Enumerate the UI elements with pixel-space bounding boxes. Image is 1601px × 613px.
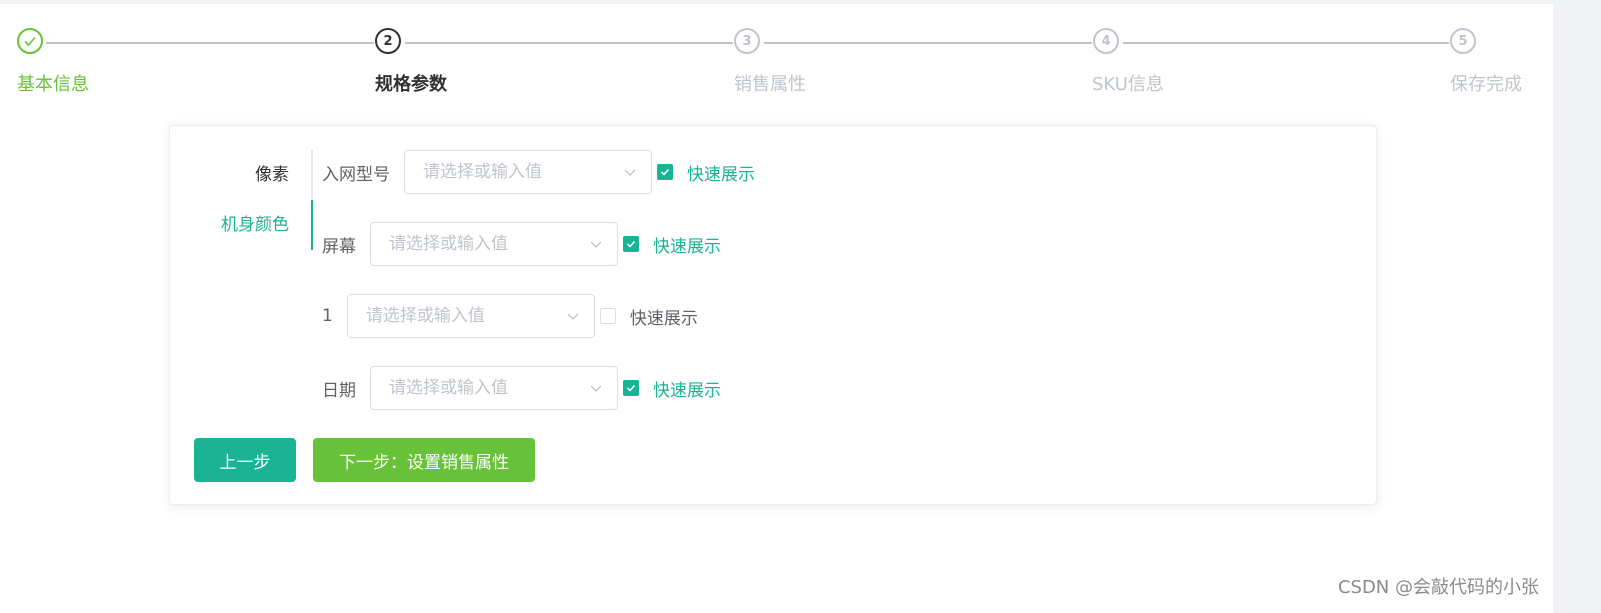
quick-show-checkbox[interactable]: 快速展示 xyxy=(623,232,721,257)
checkbox-label: 快速展示 xyxy=(687,164,755,185)
chevron-down-icon xyxy=(567,313,579,320)
step-5-title: 保存完成 xyxy=(1450,74,1522,95)
step-3-number: 3 xyxy=(734,28,760,54)
steps-bar: 2 3 4 5 基本信息 规格参数 销售属性 SKU信息 保存完成 xyxy=(0,4,1553,104)
param-value-select[interactable]: 请选择或输入值 xyxy=(346,294,595,338)
step-1-title: 基本信息 xyxy=(17,74,89,95)
step-2-title: 规格参数 xyxy=(375,74,447,95)
step-connector xyxy=(405,42,733,44)
step-3-title: 销售属性 xyxy=(734,74,806,95)
tab-body-color[interactable]: 机身颜色 xyxy=(221,200,289,250)
step-4-title: SKU信息 xyxy=(1092,74,1164,95)
checkbox-unchecked-icon[interactable] xyxy=(599,308,616,324)
step-connector xyxy=(1123,42,1449,44)
step-2-number: 2 xyxy=(375,28,401,54)
quick-show-checkbox[interactable]: 快速展示 xyxy=(599,304,698,329)
select-placeholder: 请选择或输入值 xyxy=(389,234,508,254)
select-placeholder: 请选择或输入值 xyxy=(389,378,508,398)
step-connector xyxy=(764,42,1092,44)
checkbox-checked-icon[interactable] xyxy=(623,236,639,252)
step-1-check-icon xyxy=(17,28,43,54)
chevron-down-icon xyxy=(624,169,636,176)
param-row: 入网型号 请选择或输入值 快速展示 xyxy=(322,150,755,194)
param-value-select[interactable]: 请选择或输入值 xyxy=(370,222,618,266)
param-label: 入网型号 xyxy=(322,164,390,185)
next-step-button[interactable]: 下一步：设置销售属性 xyxy=(313,438,535,482)
param-label: 日期 xyxy=(322,380,356,401)
param-row: 1 请选择或输入值 快速展示 xyxy=(322,294,698,338)
param-row: 屏幕 请选择或输入值 快速展示 xyxy=(322,222,721,266)
watermark: CSDN @会敲代码的小张 xyxy=(1337,577,1539,598)
quick-show-checkbox[interactable]: 快速展示 xyxy=(623,376,721,401)
chevron-down-icon xyxy=(590,241,602,248)
page: 2 3 4 5 基本信息 规格参数 销售属性 SKU信息 保存完成 像素 机身颜… xyxy=(0,4,1553,613)
param-label: 屏幕 xyxy=(322,236,356,257)
tabs-active-indicator xyxy=(311,200,313,250)
param-value-select[interactable]: 请选择或输入值 xyxy=(404,150,652,194)
step-4-number: 4 xyxy=(1093,28,1119,54)
checkbox-label: 快速展示 xyxy=(653,380,721,401)
select-placeholder: 请选择或输入值 xyxy=(365,306,485,326)
spec-params-card: 像素 机身颜色 入网型号 请选择或输入值 快速展示 屏幕 请选择或输入值 快速展… xyxy=(169,125,1377,505)
param-label: 1 xyxy=(322,306,333,326)
param-group-tabs: 像素 机身颜色 xyxy=(170,150,313,250)
checkbox-checked-icon[interactable] xyxy=(657,164,673,180)
select-placeholder: 请选择或输入值 xyxy=(423,162,542,182)
step-5-number: 5 xyxy=(1450,28,1476,54)
checkbox-checked-icon[interactable] xyxy=(623,380,639,396)
quick-show-checkbox[interactable]: 快速展示 xyxy=(657,160,755,185)
tab-pixel[interactable]: 像素 xyxy=(255,150,289,200)
chevron-down-icon xyxy=(590,385,602,392)
step-connector xyxy=(46,42,374,44)
prev-step-button[interactable]: 上一步 xyxy=(194,438,296,482)
checkbox-label: 快速展示 xyxy=(629,308,698,329)
param-row: 日期 请选择或输入值 快速展示 xyxy=(322,366,721,410)
param-value-select[interactable]: 请选择或输入值 xyxy=(370,366,618,410)
checkbox-label: 快速展示 xyxy=(653,236,721,257)
